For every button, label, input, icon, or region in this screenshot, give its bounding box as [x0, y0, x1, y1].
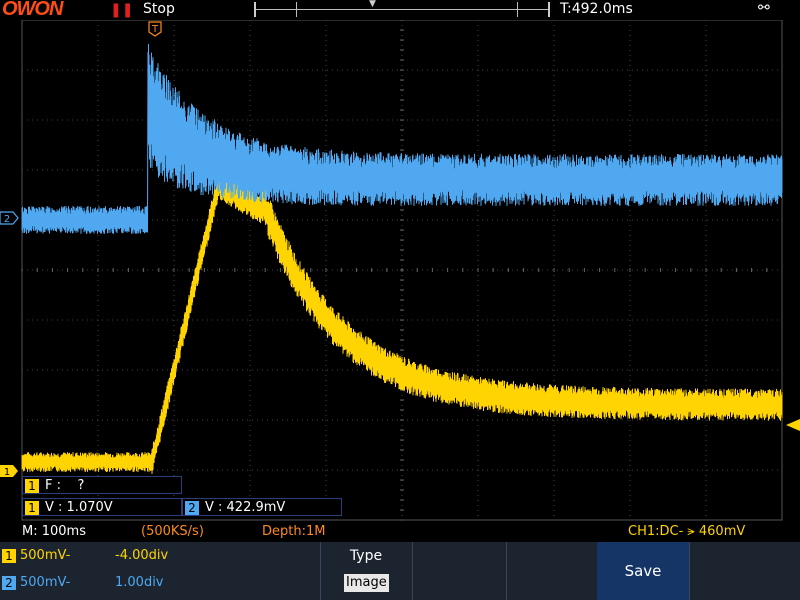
timebase: M: 100ms [22, 524, 86, 539]
ch2-voltage-text: V : 422.9mV [205, 500, 286, 515]
usb-icon: ⚯ [758, 0, 770, 16]
menu-empty-slot[interactable] [412, 542, 506, 600]
menu-empty-slot[interactable] [506, 542, 598, 600]
ch1-offset: -4.00div [115, 548, 169, 563]
menu-type[interactable]: Type Image [320, 542, 412, 600]
brand-logo: OWON [2, 0, 63, 20]
pause-icon: ❚❚ [110, 2, 134, 18]
grid [21, 20, 783, 521]
ch2-settings[interactable]: 2 500mV- 1.00div [0, 572, 164, 594]
top-bar: OWON ❚❚ Stop ▼ T:492.0ms ⚯ [0, 0, 800, 20]
memory-position-bar[interactable]: ▼ [254, 0, 550, 17]
trigger-level-marker[interactable] [786, 419, 800, 431]
ch2-scale: 500mV- [20, 575, 71, 590]
memory-view-window[interactable]: ▼ [296, 0, 518, 17]
ch2-offset: 1.00div [115, 575, 164, 590]
save-button[interactable]: Save [597, 542, 689, 600]
trigger-info: CH1:DC- ⪫ 460mV [628, 524, 746, 539]
ch1-frequency-measure: 1 F : ? [22, 476, 182, 494]
ch1-voltage-measure: 1 V : 1.070V [22, 498, 182, 516]
trigger-position-marker: ▼ [369, 0, 376, 9]
sample-rate: (500KS/s) [141, 524, 204, 539]
memory-depth: Depth:1M [262, 524, 326, 539]
status-line: M: 100ms (500KS/s) Depth:1M CH1:DC- ⪫ 46… [0, 522, 800, 542]
type-value: Image [344, 574, 389, 592]
ch1-scale: 500mV- [20, 548, 71, 563]
channel-2-badge: 2 [185, 501, 199, 515]
trigger-marker[interactable]: T [148, 21, 162, 37]
ch1-settings[interactable]: 1 500mV- -4.00div [0, 545, 168, 567]
channel-1-badge: 1 [25, 479, 39, 493]
run-state: Stop [143, 1, 175, 17]
trigger-time: T:492.0ms [560, 1, 633, 17]
ch1-frequency-text: F : ? [45, 478, 85, 493]
channel-1-badge: 1 [25, 501, 39, 515]
type-label: Type [349, 548, 383, 564]
channel-1-badge: 1 [2, 549, 16, 563]
svg-text:2: 2 [4, 214, 10, 225]
channel-2-badge: 2 [2, 576, 16, 590]
waveform-display[interactable]: T 2 1 1 F : ? 1 V : 1.070V 2 V : 422.9mV [0, 20, 800, 522]
svg-text:T: T [151, 24, 159, 35]
ch2-offset-marker[interactable]: 2 [0, 211, 19, 225]
ch1-voltage-text: V : 1.070V [45, 500, 113, 515]
ch1-offset-marker[interactable]: 1 [0, 465, 18, 478]
menu-empty-slot[interactable] [689, 542, 800, 600]
bottom-menu: 1 500mV- -4.00div 2 500mV- 1.00div Type Imag… [0, 542, 800, 600]
svg-text:1: 1 [4, 467, 10, 478]
ch2-voltage-measure: 2 V : 422.9mV [182, 498, 342, 516]
